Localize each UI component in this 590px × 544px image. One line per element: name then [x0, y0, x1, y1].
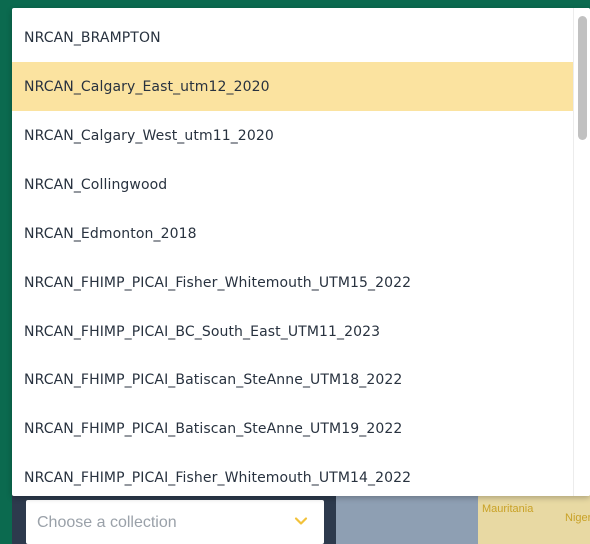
option-label: NRCAN_Calgary_West_utm11_2020 [24, 127, 274, 144]
option-label: NRCAN_BRAMPTON [24, 29, 161, 46]
collection-option-selected[interactable]: NRCAN_Calgary_East_utm12_2020 [12, 62, 574, 111]
collection-option[interactable]: NRCAN_FHIMP_PICAI_Batiscan_SteAnne_UTM19… [12, 404, 574, 453]
collection-option[interactable]: NRCAN_FHIMP_PICAI_BC_South_East_UTM11_20… [12, 307, 574, 356]
option-label: NRCAN_FHIMP_PICAI_Batiscan_SteAnne_UTM18… [24, 371, 403, 388]
option-label: NRCAN_Edmonton_2018 [24, 225, 197, 242]
collection-option[interactable]: NRCAN_FHIMP_PICAI_Fisher_Whitemouth_UTM1… [12, 258, 574, 307]
collection-option[interactable]: NRCAN_FHIMP_PICAI_Fisher_Whitemouth_UTM1… [12, 453, 574, 496]
map-label-mauritania: Mauritania [482, 503, 534, 515]
collection-option[interactable]: NRCAN_BRAMPTON [12, 13, 574, 62]
map-label-niger: Niger [565, 512, 590, 524]
dropdown-scrollbar-thumb[interactable] [578, 16, 587, 140]
option-label: NRCAN_FHIMP_PICAI_Fisher_Whitemouth_UTM1… [24, 469, 412, 486]
option-label: NRCAN_FHIMP_PICAI_Batiscan_SteAnne_UTM19… [24, 420, 403, 437]
option-label: NRCAN_FHIMP_PICAI_Fisher_Whitemouth_UTM1… [24, 274, 412, 291]
collection-dropdown-list[interactable]: NRCAN_BRAMPTON NRCAN_Calgary_East_utm12_… [12, 8, 590, 496]
collection-option[interactable]: NRCAN_Edmonton_2018 [12, 209, 574, 258]
dropdown-scrollbar[interactable] [573, 8, 590, 496]
option-label: NRCAN_Calgary_East_utm12_2020 [24, 78, 270, 95]
option-label: NRCAN_FHIMP_PICAI_BC_South_East_UTM11_20… [24, 323, 381, 340]
chevron-down-icon[interactable] [294, 514, 308, 528]
collection-select-placeholder: Choose a collection [37, 514, 177, 531]
collection-option[interactable]: NRCAN_Calgary_West_utm11_2020 [12, 111, 574, 160]
collection-option[interactable]: NRCAN_Collingwood [12, 160, 574, 209]
collection-option[interactable]: NRCAN_FHIMP_PICAI_Batiscan_SteAnne_UTM18… [12, 355, 574, 404]
collection-select[interactable]: Choose a collection [26, 500, 324, 544]
option-label: NRCAN_Collingwood [24, 176, 168, 193]
